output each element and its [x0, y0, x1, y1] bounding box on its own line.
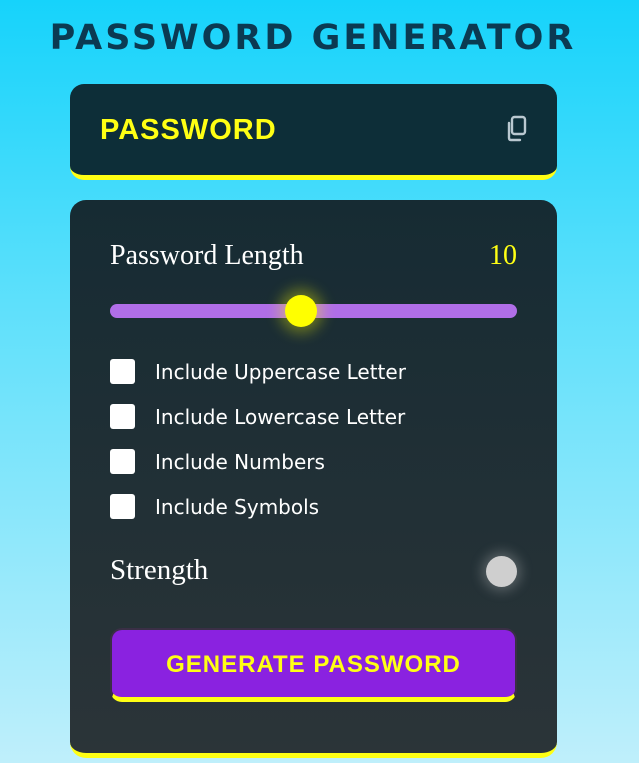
- strength-indicator: [486, 556, 517, 587]
- numbers-label: Include Numbers: [155, 450, 325, 474]
- password-length-label: Password Length: [110, 240, 304, 271]
- copy-button[interactable]: [503, 114, 529, 144]
- settings-panel: Password Length 10 Include Uppercase Let…: [70, 200, 557, 758]
- option-uppercase[interactable]: Include Uppercase Letter: [110, 359, 510, 385]
- password-length-value: 10: [489, 240, 517, 271]
- option-symbols[interactable]: Include Symbols: [110, 494, 510, 520]
- symbols-label: Include Symbols: [155, 495, 320, 519]
- copy-icon: [507, 115, 527, 142]
- symbols-checkbox[interactable]: [110, 494, 135, 519]
- generate-password-button[interactable]: GENERATE PASSWORD: [110, 628, 517, 702]
- option-numbers[interactable]: Include Numbers: [110, 449, 510, 475]
- uppercase-checkbox[interactable]: [110, 359, 135, 384]
- option-lowercase[interactable]: Include Lowercase Letter: [110, 404, 510, 430]
- generate-button-label: GENERATE PASSWORD: [166, 651, 461, 678]
- strength-label: Strength: [110, 554, 209, 586]
- length-slider[interactable]: [110, 295, 517, 327]
- app-title: PASSWORD GENERATOR: [49, 18, 577, 58]
- password-output: PASSWORD: [100, 114, 277, 146]
- lowercase-checkbox[interactable]: [110, 404, 135, 429]
- password-display: PASSWORD: [70, 84, 557, 180]
- numbers-checkbox[interactable]: [110, 449, 135, 474]
- slider-thumb[interactable]: [285, 295, 318, 327]
- lowercase-label: Include Lowercase Letter: [155, 405, 406, 429]
- uppercase-label: Include Uppercase Letter: [155, 360, 406, 384]
